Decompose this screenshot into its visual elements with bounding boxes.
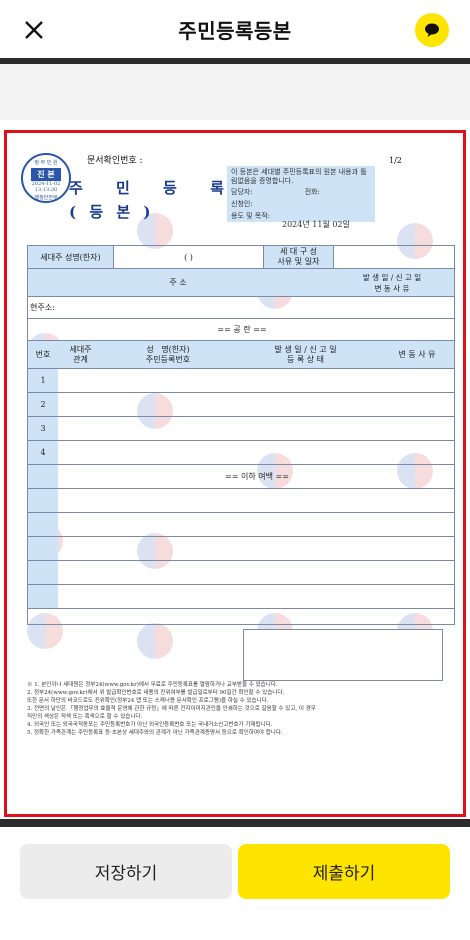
table-row — [28, 536, 454, 560]
resident-registration-document: 정 부 민 원 진 본 2024-11-02 13:13:30 행정안전부 문서… — [7, 133, 463, 814]
row-number: 2 — [28, 393, 58, 416]
end-of-list-mark: == 이하 여백 == — [225, 472, 289, 481]
address-date-header: 발 생 일 / 신 고 일 변 동 사 유 — [328, 269, 456, 296]
document-viewer[interactable]: 정 부 민 원 진 본 2024-11-02 13:13:30 행정안전부 문서… — [4, 130, 466, 817]
purpose-label: 용도 및 목적: — [231, 212, 271, 220]
doc-confirm-number-label: 문서확인번호 : — [87, 156, 143, 166]
table-row: 1 — [28, 368, 454, 392]
col-reason: 변 동 사 유 — [398, 350, 436, 359]
applicant-label: 신청인: — [231, 200, 253, 208]
manager-label: 담당자: — [231, 188, 253, 196]
viewer-top-area — [0, 64, 470, 120]
members-header-row: 번호 세대주 관계 성 명(한자) 주민등록번호 발 생 일 / 신 고 일 등… — [28, 340, 454, 368]
row-number-empty — [28, 489, 58, 512]
footnote-line: 4. 외국인 또는 외국국적동포는 주민등록번호가 아닌 외국인등록번호 또는 … — [27, 722, 273, 728]
table-row: 4 — [28, 440, 454, 464]
registration-table: 세대주 성명(한자) ( ) 세 대 구 성 사유 및 일자 주 소 발 생 일… — [27, 245, 455, 625]
col-relation: 세대주 관계 — [69, 344, 92, 364]
submit-button[interactable]: 제출하기 — [238, 844, 450, 899]
row-number: 1 — [28, 369, 58, 392]
table-row — [28, 488, 454, 512]
footnote-line: 3. 전면의 날인은 「행정업무의 효율적 운영에 관한 규정」에 따른 전자이… — [27, 706, 316, 712]
table-row — [28, 608, 454, 626]
footnotes: ※ 1. 본인이나 세대원은 정부24(www.gov.kr)에서 무료로 주민… — [27, 681, 452, 737]
signature-box — [243, 629, 443, 681]
document-subtitle: ( 등 본 ) — [69, 203, 155, 221]
blank-mark: == 공 란 == — [217, 325, 267, 334]
save-button[interactable]: 저장하기 — [20, 844, 232, 899]
footnote-line: 직인의 색상은 적색 또는 흑색으로 할 수 있습니다. — [27, 714, 143, 720]
footnote-line: 2. 정부24(www.gov.kr)에서 위 발급확인번호로 내용의 진위여부… — [27, 690, 285, 696]
certification-fields: 담당자: 전화: 신청인: 용도 및 목적: — [227, 186, 375, 222]
divider-bar — [0, 819, 470, 827]
phone-label: 전화: — [304, 188, 320, 196]
row-number-empty — [28, 537, 58, 560]
row-number-empty — [28, 561, 58, 584]
table-row — [28, 584, 454, 608]
row-number: 3 — [28, 417, 58, 440]
col-date: 발 생 일 / 신 고 일 등 록 상 태 — [274, 344, 337, 364]
chat-bubble-icon — [425, 23, 439, 37]
householder-name-label: 세대주 성명(한자) — [28, 246, 113, 268]
householder-name-value: ( ) — [113, 246, 263, 268]
col-number: 번호 — [35, 350, 51, 359]
row-number: 4 — [28, 441, 58, 464]
blank-row: == 공 란 == — [28, 318, 454, 340]
household-reason-label: 세 대 구 성 사유 및 일자 — [263, 246, 333, 268]
row-number-empty — [28, 585, 58, 608]
address-date-label: 발 생 일 / 신 고 일 — [362, 272, 422, 282]
table-row: == 이하 여백 == — [28, 464, 454, 488]
table-row — [28, 512, 454, 536]
official-seal-stamp: 정 부 민 원 진 본 2024-11-02 13:13:30 행정안전부 — [21, 153, 71, 203]
table-row — [28, 560, 454, 584]
householder-row: 세대주 성명(한자) ( ) 세 대 구 성 사유 및 일자 — [28, 246, 454, 268]
page-title: 주민등록등본 — [178, 19, 292, 43]
table-row: 2 — [28, 392, 454, 416]
current-address-label: 현주소: — [30, 303, 55, 312]
address-label: 주 소 — [169, 278, 187, 287]
household-reason-value — [333, 246, 456, 268]
watermark-emblem-icon — [137, 623, 173, 659]
bottom-action-bar: 저장하기 제출하기 — [0, 829, 470, 940]
row-number-empty — [28, 465, 58, 488]
col-name: 성 명(한자) 주민등록번호 — [145, 344, 191, 364]
address-change-label: 변 동 사 유 — [374, 283, 410, 293]
footnote-line: 또한 문서 하단의 바코드로도 진위확인(정부24 앱 또는 스캐너용 문서확인… — [27, 698, 269, 704]
current-address-row: 현주소: — [28, 296, 454, 318]
table-row: 3 — [28, 416, 454, 440]
page-indicator: 1/2 — [389, 156, 402, 165]
row-number-empty — [28, 513, 58, 536]
chat-button[interactable] — [415, 13, 449, 47]
address-header-row: 주 소 발 생 일 / 신 고 일 변 동 사 유 — [28, 268, 454, 296]
footnote-line: 5. 정확한 가족관계는 주민등록표 등·초본상 세대주와의 관계가 아닌 가족… — [27, 730, 283, 736]
footnote-line: ※ 1. 본인이나 세대원은 정부24(www.gov.kr)에서 무료로 주민… — [27, 682, 278, 688]
issue-date: 2024년 11월 02일 — [282, 220, 350, 229]
top-header: 주민등록등본 — [0, 0, 470, 58]
certification-text: 이 등본은 세대별 주민등록표의 원본 내용과 틀림없음을 증명합니다. — [231, 168, 367, 185]
